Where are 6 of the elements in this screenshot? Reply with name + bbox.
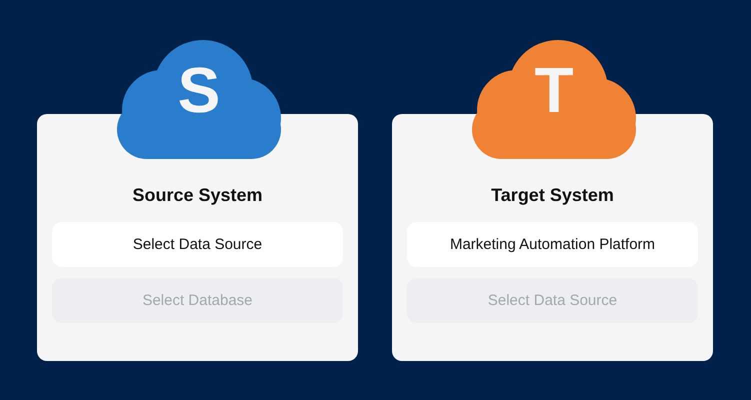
card-title: Target System [491,184,614,206]
system-letter: T [534,58,574,122]
card-title: Source System [132,184,263,206]
system-letter: S [178,58,220,122]
dropdown[interactable]: Marketing Automation Platform [407,222,698,267]
dropdown[interactable]: Select Data Source [52,222,343,267]
